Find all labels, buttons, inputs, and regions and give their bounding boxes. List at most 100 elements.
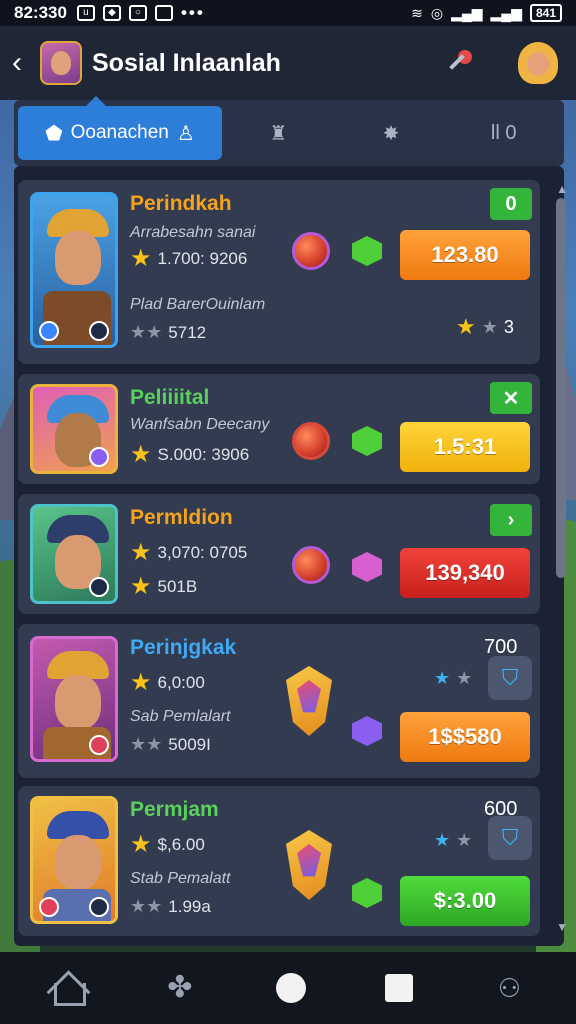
item-name: Perinjgkak bbox=[130, 636, 237, 659]
item-value-line: ★ S.000: 3906 bbox=[130, 440, 249, 469]
item-tag[interactable]: › bbox=[490, 504, 532, 536]
item-sub-value: 5009I bbox=[168, 734, 211, 754]
list-item[interactable]: Peliiiital Wanfsabn Deecany ★ S.000: 390… bbox=[18, 374, 540, 484]
item-name: Permjam bbox=[130, 798, 219, 821]
list-item[interactable]: Permldion ★ 3,070: 0705 ★ 501B › 139,340 bbox=[18, 494, 540, 614]
list-item[interactable]: Permjam ★ $,6.00 Stab Pemalatt ★★ 1.99a … bbox=[18, 786, 540, 936]
price-button[interactable]: 1.5:31 bbox=[400, 422, 530, 472]
price-button[interactable]: 123.80 bbox=[400, 230, 530, 280]
wifi-icon: ≋ bbox=[411, 4, 423, 21]
app-header: ‹ Sosial Inlaanlah bbox=[0, 26, 576, 100]
star-icon: ★ bbox=[130, 539, 152, 566]
pink-gem-icon bbox=[352, 552, 382, 582]
shield-emblem-icon bbox=[286, 666, 332, 736]
tab-ooanachen[interactable]: ⬟ Ooanachen ♙ bbox=[18, 96, 222, 160]
star-icon: ★ bbox=[130, 441, 152, 468]
signal-icon: ▂▄▆ bbox=[451, 4, 483, 21]
star-icon: ★ bbox=[456, 668, 473, 688]
item-tag[interactable]: 0 bbox=[490, 188, 532, 220]
scroll-up-icon[interactable]: ▲ bbox=[556, 182, 568, 196]
green-gem-icon bbox=[352, 236, 382, 266]
hero-portrait bbox=[30, 796, 118, 924]
tab-pause[interactable]: ll 0 bbox=[447, 106, 560, 160]
item-subtitle: Wanfsabn Deecany bbox=[130, 416, 270, 433]
hero-portrait bbox=[30, 636, 118, 762]
item-value: 6,0:00 bbox=[157, 672, 205, 692]
hero-portrait bbox=[30, 192, 118, 348]
item-sub-value: 501B bbox=[157, 576, 198, 596]
scroll-down-icon[interactable]: ▼ bbox=[556, 920, 568, 934]
item-sub-value: 5712 bbox=[168, 322, 207, 342]
price-button[interactable]: $:3.00 bbox=[400, 876, 530, 926]
item-value-line: ★ $,6.00 bbox=[130, 830, 205, 859]
orb-icon bbox=[292, 546, 330, 584]
tab-label: ll 0 bbox=[490, 121, 517, 144]
star-icon: ★ bbox=[130, 669, 152, 696]
star-icon: ★ bbox=[456, 314, 476, 339]
tab-label: Ooanachen bbox=[70, 122, 169, 143]
notification-pin-icon[interactable] bbox=[444, 48, 474, 78]
scrollbar[interactable] bbox=[556, 198, 566, 578]
item-name: Perindkah bbox=[130, 192, 232, 215]
item-rating: ★ ★ bbox=[434, 830, 472, 851]
profile-icon[interactable] bbox=[518, 42, 558, 84]
crest-icon: ⛉ bbox=[488, 816, 532, 860]
list-item[interactable]: Perinjgkak ★ 6,0:00 Sab Pemlalart ★★ 500… bbox=[18, 624, 540, 778]
battery-indicator: 841 bbox=[529, 4, 562, 22]
square-icon[interactable] bbox=[385, 974, 414, 1002]
more-dots-icon: ••• bbox=[180, 3, 205, 22]
item-sub-label: Sab Pemlalart bbox=[130, 708, 231, 725]
tab-trophy[interactable]: ♜ bbox=[222, 106, 335, 160]
app-icon: ◆ bbox=[102, 5, 121, 21]
item-value-line: ★ 3,070: 0705 bbox=[130, 538, 247, 567]
back-arrow-icon[interactable]: ‹ bbox=[12, 46, 36, 80]
rating-value: 3 bbox=[503, 316, 514, 337]
orb-icon bbox=[292, 422, 330, 460]
crest-icon: ⛉ bbox=[488, 656, 532, 700]
item-value-line: ★ 1.700: 9206 bbox=[130, 244, 247, 273]
tab-star[interactable]: ✸ bbox=[335, 106, 448, 160]
trophy-icon: ♜ bbox=[269, 122, 288, 145]
status-bar: 82:330 u ◆ ○ ••• ≋ ◎ ▂▄▆ ▂▄▆ 841 bbox=[0, 0, 576, 26]
item-value: 1.700: 9206 bbox=[157, 248, 248, 268]
home-icon[interactable] bbox=[50, 971, 86, 1006]
item-sub-label: Plad BarerOuinlam bbox=[130, 296, 266, 313]
header-avatar[interactable] bbox=[40, 41, 82, 85]
star-icon: ★ bbox=[130, 245, 152, 272]
star-icon: ★ bbox=[130, 831, 152, 858]
item-rating: ★ ★ 3 bbox=[456, 314, 514, 340]
square-notification-icon bbox=[154, 5, 173, 21]
tag-icon: ⬟ bbox=[45, 122, 63, 145]
price-button[interactable]: 139,340 bbox=[400, 548, 530, 598]
people-icon[interactable]: ⚇ bbox=[492, 971, 526, 1005]
orb-icon bbox=[292, 232, 330, 270]
item-value: S.000: 3906 bbox=[157, 444, 250, 464]
star-burst-icon: ✸ bbox=[382, 122, 400, 145]
list-item[interactable]: Perindkah Arrabesahn sanai ★ 1.700: 9206… bbox=[18, 180, 540, 364]
clover-icon[interactable]: ✤ bbox=[163, 971, 197, 1005]
star-icon: ★★ bbox=[130, 322, 163, 342]
price-button[interactable]: 1$$580 bbox=[400, 712, 530, 762]
item-name: Peliiiital bbox=[130, 386, 210, 409]
notification-icon: u bbox=[76, 5, 95, 21]
item-value: $,6.00 bbox=[157, 834, 205, 854]
green-gem-icon bbox=[352, 426, 382, 456]
item-sub-line: ★★ 5009I bbox=[130, 734, 211, 755]
shield-emblem-icon bbox=[286, 830, 332, 900]
hero-portrait bbox=[30, 384, 118, 474]
item-tag[interactable]: ✕ bbox=[490, 382, 532, 414]
item-sub-line: ★★ 5712 bbox=[130, 322, 206, 343]
circle-icon[interactable] bbox=[275, 973, 306, 1003]
item-rating: ★ ★ bbox=[434, 668, 472, 689]
item-sub-line: ★ 501B bbox=[130, 572, 197, 601]
star-icon: ★ bbox=[434, 830, 451, 850]
green-gem-icon bbox=[352, 878, 382, 908]
item-sub-line: ★★ 1.99a bbox=[130, 896, 211, 917]
star-icon: ★ bbox=[130, 573, 152, 600]
star-icon: ★★ bbox=[130, 896, 163, 916]
item-value: 3,070: 0705 bbox=[157, 542, 248, 562]
alarm-icon: ◎ bbox=[430, 4, 444, 21]
hero-portrait bbox=[30, 504, 118, 604]
star-icon: ★ bbox=[434, 668, 451, 688]
item-sub-label: Stab Pemalatt bbox=[130, 870, 231, 887]
